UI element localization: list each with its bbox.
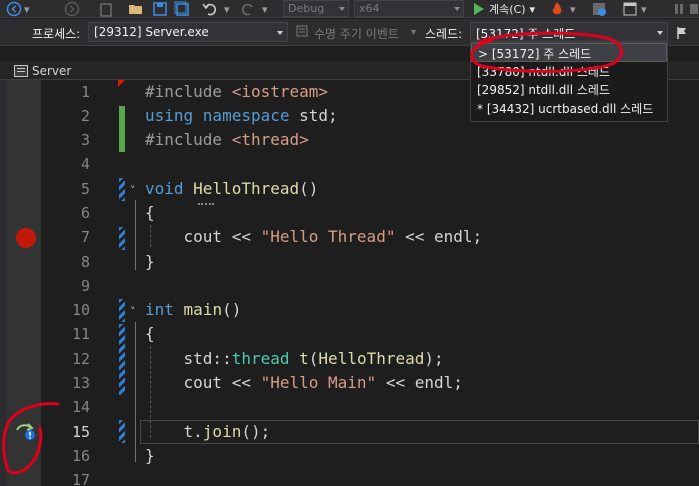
code-line: 7 cout << "Hello Thread" << endl;: [0, 225, 699, 249]
code-text: }: [145, 252, 155, 271]
forward-icon[interactable]: [64, 1, 80, 17]
window-layout-icon[interactable]: [622, 1, 638, 17]
code-text: #include <thread>: [145, 130, 309, 149]
code-text: #include <iostream>: [145, 82, 329, 101]
solution-config-select[interactable]: Debug: [283, 0, 349, 17]
code-line: 12 std::thread t(HelloThread);: [0, 347, 699, 371]
new-item-icon[interactable]: [98, 1, 114, 17]
code-line: 6 {: [0, 201, 699, 225]
continue-button[interactable]: 계속(C) ▾: [473, 1, 535, 17]
line-number: 10: [71, 301, 90, 319]
line-number: 2: [80, 107, 90, 125]
undo-dropdown-icon[interactable]: ▾: [224, 1, 230, 17]
line-number: 15: [71, 423, 90, 441]
undo-icon[interactable]: [202, 1, 220, 17]
thread-dropdown-list: > [53172] 주 스레드 [33780] ntdll.dll 스레드 [2…: [470, 42, 668, 122]
window-layout-dropdown-icon[interactable]: ▾: [641, 1, 647, 17]
code-line: 17: [0, 468, 699, 486]
back-icon[interactable]: [6, 1, 22, 17]
code-text: int main(): [145, 300, 242, 319]
lifecycle-events-icon[interactable]: [296, 25, 308, 39]
code-text: t.join();: [145, 422, 271, 441]
code-line-current: 15 t.join();: [0, 420, 699, 444]
code-text: using namespace std;: [145, 106, 338, 125]
save-all-icon[interactable]: [174, 1, 190, 17]
standard-toolbar: ▾ ▾ ▾ Debug x64 계속(C) ▾ ▾ ▾: [0, 0, 699, 18]
line-number: 7: [80, 228, 90, 246]
code-text: std::thread t(HelloThread);: [145, 349, 444, 368]
continue-label: 계속(C): [489, 3, 526, 16]
line-number: 11: [71, 325, 90, 343]
solution-config-value: Debug: [288, 2, 325, 15]
line-number: 14: [71, 398, 90, 416]
code-line: 13 cout << "Hello Main" << endl;: [0, 371, 699, 395]
code-line: 10 int main(): [0, 298, 699, 322]
thread-select[interactable]: [53172] 주 스레드: [470, 22, 668, 42]
pause-icon[interactable]: [672, 1, 686, 17]
stop-icon[interactable]: [689, 1, 699, 17]
hot-reload-icon[interactable]: [549, 1, 565, 17]
continue-dropdown-icon[interactable]: ▾: [530, 3, 536, 16]
line-number: 13: [71, 374, 90, 392]
code-line: 5 void HelloThread(): [0, 177, 699, 201]
code-line: 3 #include <thread>: [0, 128, 699, 152]
process-select[interactable]: [29312] Server.exe: [88, 22, 288, 42]
line-number: 8: [80, 253, 90, 271]
code-text: }: [145, 446, 155, 465]
code-text: {: [145, 203, 155, 222]
line-number: 17: [71, 471, 90, 486]
redo-icon[interactable]: [238, 1, 256, 17]
thread-option[interactable]: [29852] ntdll.dll 스레드: [471, 80, 667, 99]
save-icon[interactable]: [152, 1, 168, 17]
tab-label: Server: [32, 63, 72, 78]
code-line: 16 }: [0, 444, 699, 468]
platform-select[interactable]: x64: [354, 0, 464, 17]
code-editor[interactable]: ˅ ˅ 1 #include <iostream> 2 using namesp…: [0, 80, 699, 486]
line-number: 5: [80, 180, 90, 198]
code-line: 4: [0, 152, 699, 176]
lifecycle-events-button[interactable]: 수명 주기 이벤트: [314, 25, 399, 42]
diagnostics-icon[interactable]: [591, 1, 607, 17]
line-number: 3: [80, 131, 90, 149]
line-number: 16: [71, 447, 90, 465]
open-folder-icon[interactable]: [128, 1, 144, 17]
code-text: cout << "Hello Thread" << endl;: [145, 227, 483, 246]
thread-value: [53172] 주 스레드: [476, 27, 576, 41]
thread-label: 스레드:: [425, 27, 463, 41]
back-dropdown-icon[interactable]: ▾: [24, 1, 30, 17]
thread-option[interactable]: [33780] ntdll.dll 스레드: [471, 62, 667, 81]
thread-option[interactable]: > [53172] 주 스레드: [471, 43, 667, 62]
line-number: 12: [71, 350, 90, 368]
code-text: void HelloThread(): [145, 179, 319, 198]
code-line: 14: [0, 395, 699, 419]
line-number: 1: [80, 83, 90, 101]
code-line: 11 {: [0, 322, 699, 346]
project-icon: [14, 64, 28, 77]
hot-reload-dropdown-icon[interactable]: ▾: [570, 1, 576, 17]
process-label: 프로세스:: [32, 27, 81, 41]
thread-flag-icon[interactable]: [675, 25, 689, 41]
tab-server[interactable]: Server: [14, 61, 71, 80]
code-text: {: [145, 324, 155, 343]
lifecycle-dropdown-icon[interactable]: ▾: [411, 27, 416, 38]
code-line: 8 }: [0, 250, 699, 274]
redo-dropdown-icon[interactable]: ▾: [262, 1, 268, 17]
process-value: [29312] Server.exe: [94, 25, 209, 39]
line-number: 9: [80, 277, 90, 295]
code-line: 9: [0, 274, 699, 298]
platform-value: x64: [359, 2, 380, 15]
line-number: 6: [80, 204, 90, 222]
thread-option[interactable]: * [34432] ucrtbased.dll 스레드: [471, 99, 667, 118]
code-text: cout << "Hello Main" << endl;: [145, 373, 463, 392]
line-number: 4: [80, 155, 90, 173]
